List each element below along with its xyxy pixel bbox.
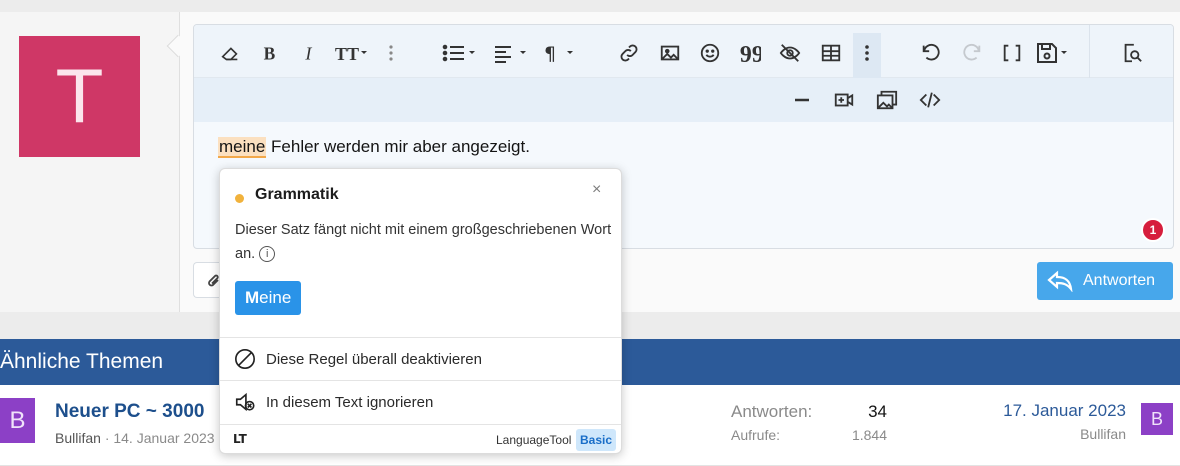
bold-icon[interactable]: B xyxy=(254,37,286,69)
views-value: 1.844 xyxy=(851,427,887,443)
grammar-category-dot xyxy=(235,194,244,203)
thread-title[interactable]: Neuer PC ~ 3000 xyxy=(55,401,204,423)
brackets-icon[interactable] xyxy=(996,37,1028,69)
svg-text:¶: ¶ xyxy=(544,43,556,64)
similar-threads-heading: Ähnliche Themen xyxy=(0,350,164,373)
languagetool-popup: Grammatik × Dieser Satz fängt nicht mit … xyxy=(219,168,622,454)
eraser-icon[interactable] xyxy=(214,37,246,69)
list-icon[interactable] xyxy=(440,37,480,69)
save-draft-icon[interactable] xyxy=(1034,37,1074,69)
smiley-icon[interactable] xyxy=(694,37,726,69)
languagetool-issue-badge[interactable]: 1 xyxy=(1141,218,1165,242)
languagetool-footer: LT LanguageTool Basic xyxy=(220,424,621,454)
replies-value: 34 xyxy=(868,402,887,421)
disable-rule-action[interactable]: Diese Regel überall deaktivieren xyxy=(220,337,621,380)
grammar-error-word[interactable]: meine xyxy=(218,137,267,158)
gallery-icon[interactable] xyxy=(871,84,903,116)
ignore-label: In diesem Text ignorieren xyxy=(266,393,434,411)
plan-badge[interactable]: Basic xyxy=(576,429,617,451)
insert-media-icon[interactable] xyxy=(828,84,860,116)
spoiler-icon[interactable] xyxy=(774,37,806,69)
suggestion-changed-part: M xyxy=(245,288,260,307)
reply-button[interactable]: Antworten xyxy=(1037,262,1173,300)
svg-text:B: B xyxy=(264,43,276,63)
ignore-in-text-action[interactable]: In diesem Text ignorieren xyxy=(220,380,621,423)
text-size-icon[interactable]: TT xyxy=(332,37,372,69)
undo-icon[interactable] xyxy=(915,37,947,69)
issue-description-text: Dieser Satz fängt nicht mit einem großge… xyxy=(235,222,612,262)
last-poster-avatar[interactable]: B xyxy=(1141,403,1173,435)
top-strip xyxy=(0,0,1180,12)
avatar-letter: B xyxy=(1150,408,1163,429)
user-column: T xyxy=(0,12,180,312)
table-icon[interactable] xyxy=(815,37,847,69)
close-icon[interactable]: × xyxy=(592,181,601,199)
reply-icon xyxy=(1047,270,1073,292)
more-vertical-icon[interactable] xyxy=(855,37,879,69)
suggestion-button[interactable]: Meine xyxy=(235,281,302,315)
svg-text:I: I xyxy=(304,43,312,63)
last-post-date[interactable]: 17. Januar 2023 xyxy=(960,401,1126,421)
code-icon[interactable] xyxy=(914,84,946,116)
editor-toolbar-row2 xyxy=(194,78,1173,122)
info-icon[interactable]: i xyxy=(259,246,276,263)
issue-description: Dieser Satz fängt nicht mit einem großge… xyxy=(235,218,615,266)
disable-rule-label: Diese Regel überall deaktivieren xyxy=(266,350,482,368)
more-vertical-icon[interactable] xyxy=(379,37,403,69)
svg-text:99: 99 xyxy=(740,42,761,64)
avatar-letter: T xyxy=(57,54,102,139)
redo-icon[interactable] xyxy=(956,37,988,69)
avatar-letter: B xyxy=(9,406,26,434)
horizontal-rule-icon[interactable] xyxy=(786,84,818,116)
editor-content[interactable]: meine Fehler werden mir aber angezeigt. xyxy=(218,137,530,158)
languagetool-logo[interactable]: LT xyxy=(233,432,247,446)
svg-text:TT: TT xyxy=(335,44,359,64)
image-icon[interactable] xyxy=(654,37,686,69)
thread-meta: Bullifan · 14. Januar 2023 xyxy=(55,430,215,446)
ignore-icon xyxy=(235,392,255,412)
last-post-user[interactable]: Bullifan xyxy=(960,426,1126,442)
thread-date: · 14. Januar 2023 xyxy=(104,430,215,446)
toolbar-separator xyxy=(1089,25,1090,78)
italic-icon[interactable]: I xyxy=(294,37,326,69)
views-label: Aufrufe: xyxy=(731,427,781,443)
editor-text-rest: Fehler werden mir aber angezeigt. xyxy=(266,137,530,156)
languagetool-brand: LanguageTool xyxy=(496,433,572,447)
suggestion-rest: eine xyxy=(259,288,292,307)
reply-button-label: Antworten xyxy=(1083,272,1156,289)
quote-icon[interactable]: 99 xyxy=(734,37,766,69)
thread-author[interactable]: Bullifan xyxy=(55,430,101,446)
preview-icon[interactable] xyxy=(1116,37,1148,69)
disable-icon xyxy=(235,349,255,369)
link-icon[interactable] xyxy=(613,37,645,69)
align-icon[interactable] xyxy=(491,37,531,69)
avatar[interactable]: T xyxy=(19,36,140,157)
editor-toolbar: B I TT ¶ 99 xyxy=(194,25,1173,78)
issue-category: Grammatik xyxy=(255,186,339,203)
paragraph-icon[interactable]: ¶ xyxy=(540,37,580,69)
thread-author-avatar[interactable]: B xyxy=(0,398,35,443)
replies-label: Antworten: xyxy=(731,402,813,421)
